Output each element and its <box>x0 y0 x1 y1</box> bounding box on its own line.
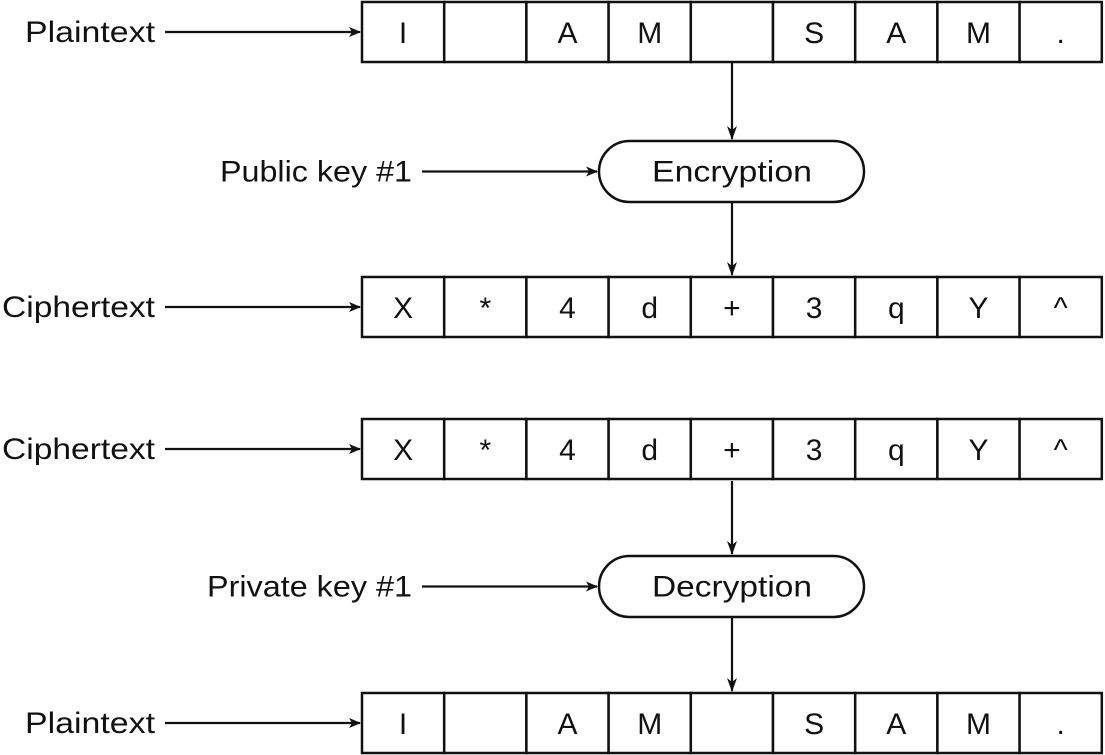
cell-char: . <box>1057 17 1065 50</box>
cell-box <box>689 691 775 755</box>
cell: ^ <box>1018 275 1104 339</box>
cell: q <box>853 417 939 481</box>
row-label: Plaintext <box>25 16 156 49</box>
cell-char: X <box>393 292 413 325</box>
key-label: Private key #1 <box>207 571 412 604</box>
cell-char: 3 <box>806 434 823 467</box>
cell <box>689 0 775 64</box>
cell: d <box>607 417 693 481</box>
cell-char: M <box>966 17 991 50</box>
cell <box>442 691 528 755</box>
cell: A <box>853 691 939 755</box>
cell-char: A <box>557 708 577 741</box>
cell-char: I <box>399 17 407 50</box>
cell-char: d <box>641 434 658 467</box>
cell-char: 4 <box>559 292 576 325</box>
cell: ^ <box>1018 417 1104 481</box>
row-label: Ciphertext <box>2 291 156 324</box>
cell: 4 <box>525 417 610 481</box>
cell-char: A <box>886 17 906 50</box>
key-label: Public key #1 <box>220 156 412 189</box>
cell-char: M <box>637 17 662 50</box>
cell-char: S <box>804 708 824 741</box>
cell <box>442 0 528 64</box>
cell-char: ^ <box>1054 292 1068 325</box>
cell: M <box>607 0 693 64</box>
cell-char: + <box>723 292 741 325</box>
cell: * <box>442 417 528 481</box>
cell-char: 3 <box>806 292 823 325</box>
cell: q <box>853 275 939 339</box>
cell: . <box>1018 0 1104 64</box>
cell: + <box>689 417 775 481</box>
cell-char: Y <box>968 434 988 467</box>
cell: Y <box>936 275 1021 339</box>
cell-box <box>689 0 775 64</box>
cell-char: M <box>966 708 991 741</box>
row-ciphertext: Ciphertext X * 4 d +3 q Y ^ <box>2 275 1104 339</box>
row-plaintext: Plaintext I A M S A M. <box>25 691 1104 755</box>
cell-char: A <box>886 708 906 741</box>
cell-char: q <box>888 292 905 325</box>
cell-box <box>442 0 528 64</box>
cell-char: + <box>723 434 741 467</box>
row-label: Plaintext <box>25 707 156 740</box>
cell: X <box>360 275 446 339</box>
row-plaintext: Plaintext I A M S A M. <box>25 0 1104 64</box>
row-label: Ciphertext <box>2 433 156 466</box>
cell: I <box>360 0 446 64</box>
cell-char: 4 <box>559 434 576 467</box>
process-name: Encryption <box>652 156 812 189</box>
cell: 3 <box>771 275 857 339</box>
cell-char: q <box>888 434 905 467</box>
cell-box <box>442 691 528 755</box>
cell: M <box>607 691 693 755</box>
cell: 3 <box>771 417 857 481</box>
cell: X <box>360 417 446 481</box>
cell: 4 <box>525 275 610 339</box>
cell: S <box>771 0 857 64</box>
cell: A <box>525 0 610 64</box>
cell: A <box>853 0 939 64</box>
cell: d <box>607 275 693 339</box>
process-decryption: Decryption Private key #1 <box>207 554 866 619</box>
cell: . <box>1018 691 1104 755</box>
cell: * <box>442 275 528 339</box>
row-ciphertext: Ciphertext X * 4 d +3 q Y ^ <box>2 417 1104 481</box>
cell <box>689 691 775 755</box>
cell: Y <box>936 417 1021 481</box>
cell: M <box>936 691 1021 755</box>
cell: I <box>360 691 446 755</box>
cell-char: M <box>637 708 662 741</box>
cell-char: X <box>393 434 413 467</box>
cell-char: S <box>804 17 824 50</box>
cell-char: I <box>399 708 407 741</box>
process-encryption: Encryption Public key #1 <box>220 139 866 204</box>
cell-char: . <box>1057 708 1065 741</box>
cell: M <box>936 0 1021 64</box>
cell-char: A <box>557 17 577 50</box>
process-name: Decryption <box>652 571 812 604</box>
cell: S <box>771 691 857 755</box>
cell-char: d <box>641 292 658 325</box>
cell: + <box>689 275 775 339</box>
encryption-diagram: Plaintext I A M S A M .Ciphertext X * 4 d +3 q Y ^Ciphe… <box>2 0 1104 755</box>
cell-char: * <box>479 292 491 325</box>
cell: A <box>525 691 610 755</box>
cell-char: ^ <box>1054 434 1068 467</box>
cell-char: Y <box>968 292 988 325</box>
cell-char: * <box>479 434 491 467</box>
